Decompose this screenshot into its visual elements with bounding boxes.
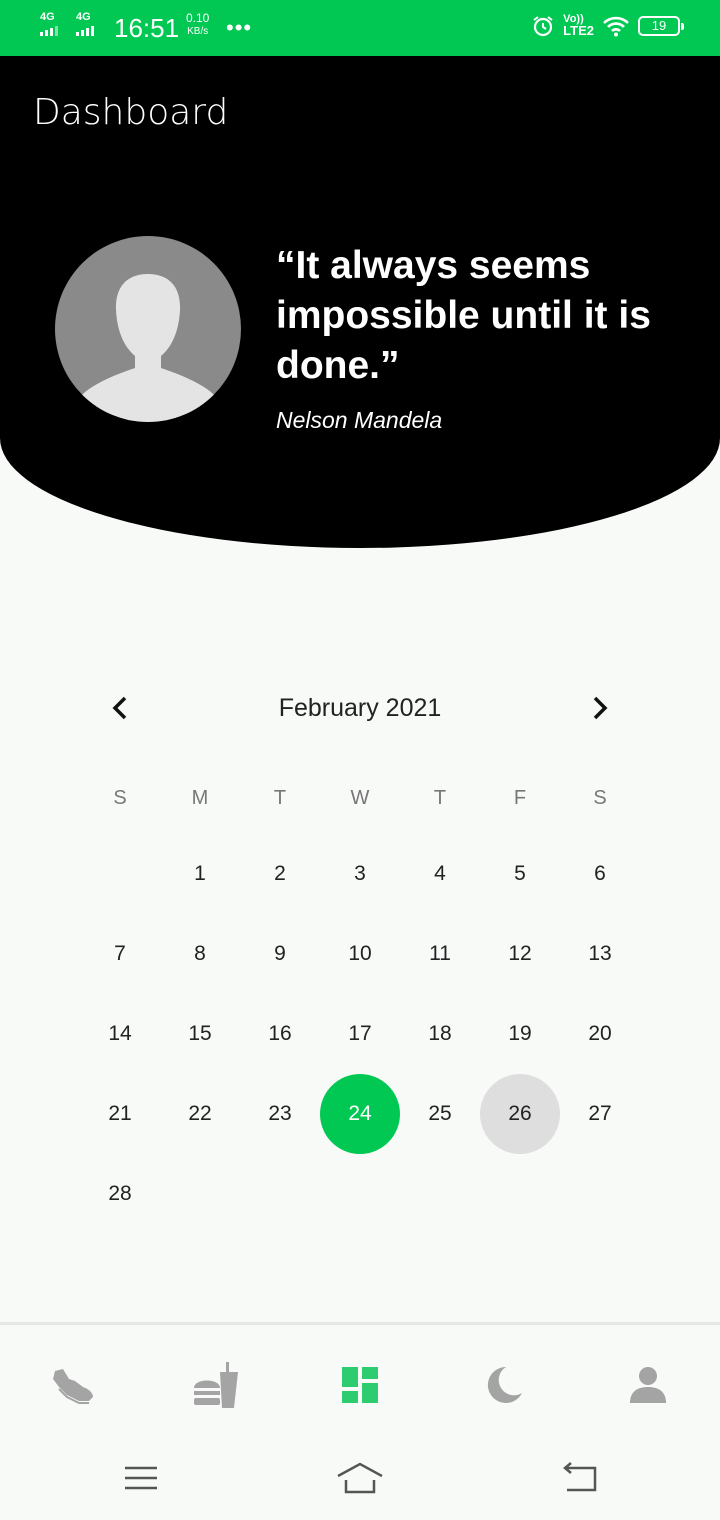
weekday-label: M [191,787,209,809]
avatar [55,236,241,422]
weekday-label: F [513,787,527,809]
calendar-day-10[interactable]: 10 [320,914,400,994]
calendar-day-16[interactable]: 16 [240,994,320,1074]
signal-bars-icon [40,26,58,36]
shoe-icon [53,1369,93,1404]
network-indicator-2: 4G [76,12,94,36]
calendar-day-4[interactable]: 4 [400,834,480,914]
network-indicator-1: 4G [40,12,58,36]
clock: 16:51 [114,13,180,43]
chevron-right-icon [593,696,608,720]
month-title: February 2021 [278,694,442,722]
person-icon [630,1367,666,1403]
dashboard-icon [342,1367,378,1403]
person-placeholder-icon [79,274,217,422]
wifi-icon [603,16,629,37]
nav-nutrition-button[interactable] [192,1361,240,1409]
calendar-day-28[interactable]: 28 [80,1154,160,1234]
quote-header: Dashboard “It always seems impossible un… [0,56,720,548]
calendar-day-25[interactable]: 25 [400,1074,480,1154]
weekday-label: S [113,787,127,809]
network-type-label: 4G [40,11,55,23]
alarm-icon [533,16,553,37]
system-menu-button[interactable] [117,1458,165,1498]
bottom-navigation [0,1322,720,1447]
status-bar: 4G 4G 16:51 0.10 KB/s ••• Vo)) LTE2 19 [0,0,720,56]
calendar-day-6[interactable]: 6 [560,834,640,914]
calendar-day-27[interactable]: 27 [560,1074,640,1154]
calendar-day-8[interactable]: 8 [160,914,240,994]
food-icon [194,1362,238,1408]
calendar-day-17[interactable]: 17 [320,994,400,1074]
nav-dashboard-button[interactable] [336,1361,384,1409]
quote-author: Nelson Mandela [276,407,443,433]
speed-value: 0.10 [186,11,210,25]
weekday-label: S [593,787,607,809]
calendar-day-9[interactable]: 9 [240,914,320,994]
menu-icon [125,1466,157,1490]
next-month-button[interactable] [580,688,620,728]
moon-icon [487,1366,522,1403]
weekday-label: T [273,787,287,809]
weekday-label: T [433,787,447,809]
network-type-label: 4G [76,11,91,23]
nav-activity-button[interactable] [48,1361,96,1409]
calendar-day-15[interactable]: 15 [160,994,240,1074]
weekday-label: W [350,787,370,809]
battery-level: 19 [651,18,667,33]
calendar-day-13[interactable]: 13 [560,914,640,994]
volte-indicator: Vo)) LTE2 [563,14,594,38]
calendar-day-5[interactable]: 5 [480,834,560,914]
calendar-day-20[interactable]: 20 [560,994,640,1074]
calendar-day-14[interactable]: 14 [80,994,160,1074]
calendar-day-19[interactable]: 19 [480,994,560,1074]
calendar-day-26[interactable]: 26 [480,1074,560,1154]
battery-icon: 19 [638,16,684,36]
signal-bars-icon [76,26,94,36]
calendar-day-7[interactable]: 7 [80,914,160,994]
nav-sleep-button[interactable] [480,1361,528,1409]
calendar-day-1[interactable]: 1 [160,834,240,914]
system-home-button[interactable] [336,1458,384,1498]
calendar-day-12[interactable]: 12 [480,914,560,994]
lte-label: LTE2 [563,23,594,38]
more-notifications-icon: ••• [226,15,253,40]
calendar-day-18[interactable]: 18 [400,994,480,1074]
speed-unit: KB/s [187,26,209,37]
calendar-day-23[interactable]: 23 [240,1074,320,1154]
calendar-day-3[interactable]: 3 [320,834,400,914]
page-title: Dashboard [33,92,229,133]
calendar-day-2[interactable]: 2 [240,834,320,914]
calendar-day-21[interactable]: 21 [80,1074,160,1154]
calendar-day-22[interactable]: 22 [160,1074,240,1154]
calendar-day-24[interactable]: 24 [320,1074,400,1154]
calendar-day-11[interactable]: 11 [400,914,480,994]
network-speed: 0.10 KB/s [186,12,209,38]
home-icon [337,1462,383,1494]
quote-text: “It always seems impossible until it is … [276,244,651,387]
status-icons: Vo)) LTE2 19 [531,14,684,38]
previous-month-button[interactable] [100,688,140,728]
chevron-left-icon [112,696,127,720]
back-icon [563,1462,597,1492]
system-back-button[interactable] [555,1458,603,1498]
nav-profile-button[interactable] [624,1361,672,1409]
